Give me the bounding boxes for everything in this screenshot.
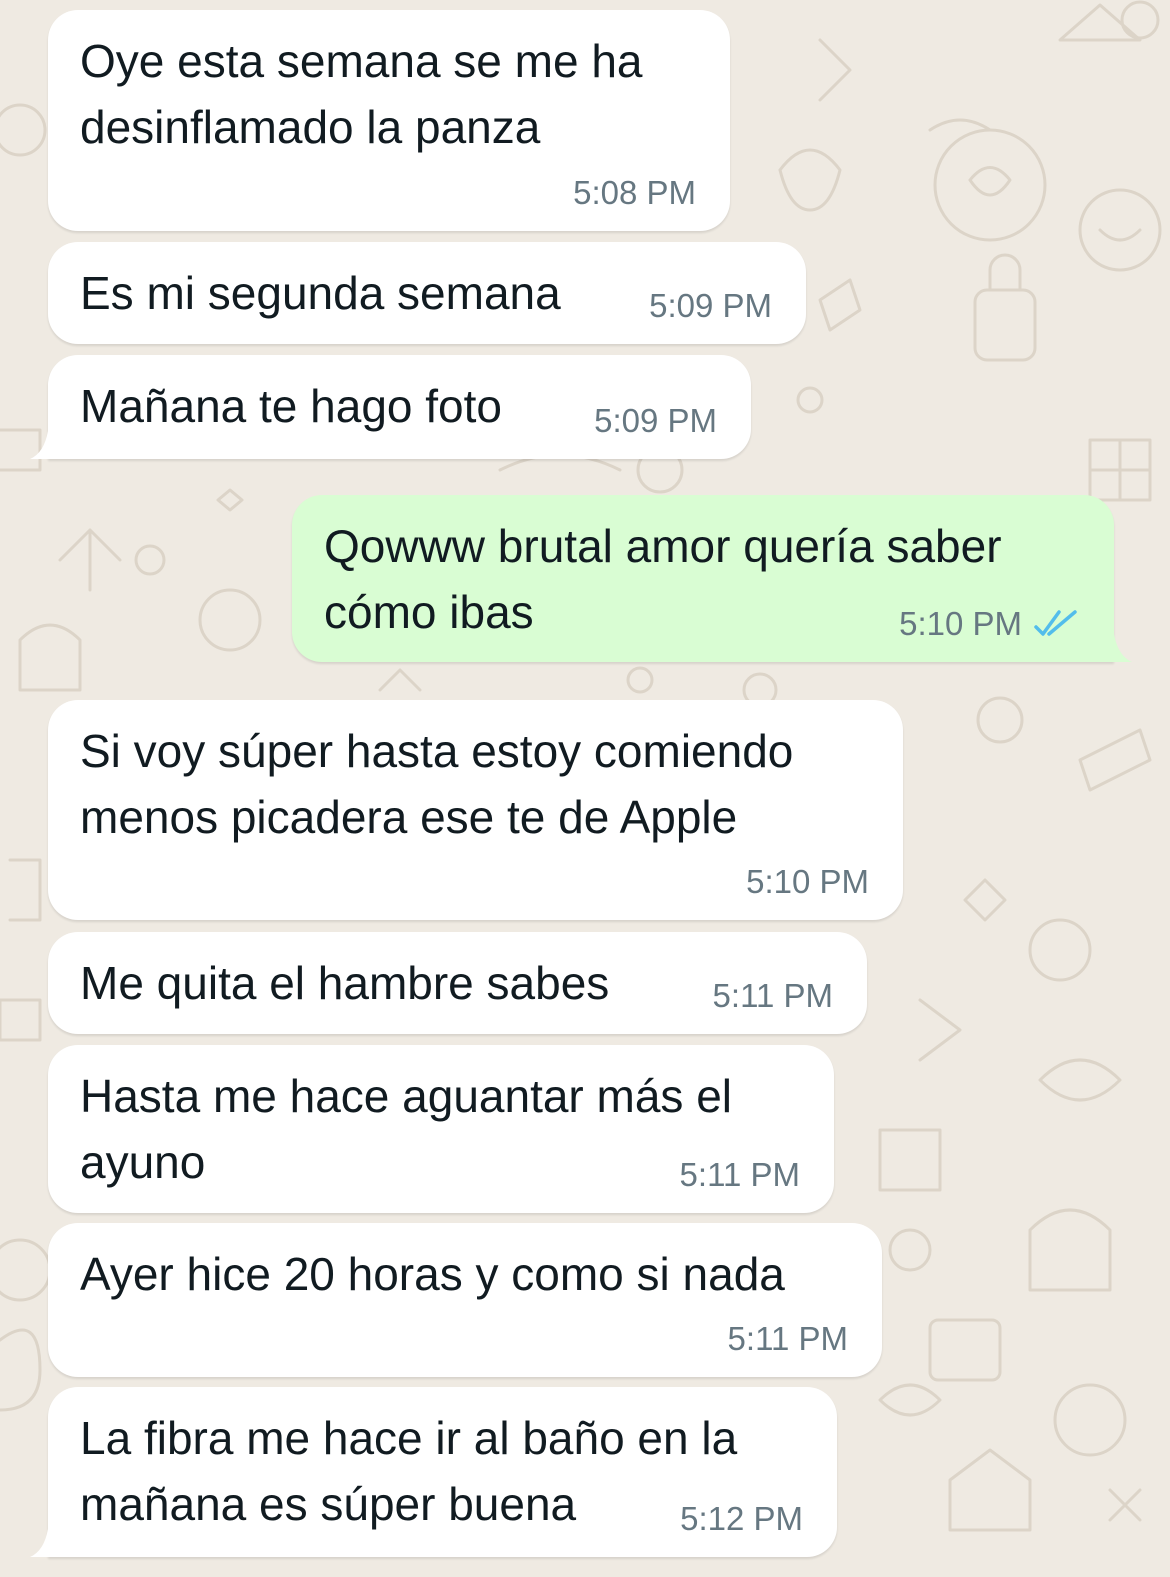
double-check-read-icon [1034,610,1077,636]
bubble-tail-icon [30,431,48,459]
message-time: 5:08 PM [573,174,696,211]
chat-messages-list[interactable]: Oye esta semana se me ha desinflamado la… [0,0,1170,1577]
incoming-message-bubble[interactable]: Mañana te hago foto 5:09 PM [30,355,751,459]
incoming-message-bubble[interactable]: Me quita el hambre sabes 5:11 PM [48,932,867,1034]
message-text: Si voy súper hasta estoy comiendo menos … [80,725,794,843]
message-text: Oye esta semana se me ha desinflamado la… [80,35,643,153]
message-time: 5:09 PM [594,402,717,439]
outgoing-message-bubble[interactable]: Qowww brutal amor quería saber cómo ibas… [292,495,1132,662]
message-time: 5:11 PM [727,1320,848,1357]
bubble-tail-icon [1114,634,1132,662]
message-timestamp: 5:11 PM [713,976,833,1016]
message-time: 5:10 PM [899,605,1022,642]
message-timestamp: 5:08 PM [573,173,696,213]
incoming-message-bubble[interactable]: Es mi segunda semana 5:09 PM [48,242,806,344]
message-time: 5:11 PM [679,1156,800,1193]
message-timestamp: 5:09 PM [649,286,772,326]
incoming-message-bubble[interactable]: Oye esta semana se me ha desinflamado la… [48,10,730,231]
message-time: 5:09 PM [649,287,772,324]
message-time: 5:11 PM [712,977,833,1014]
message-timestamp: 5:10 PM [899,604,1080,644]
incoming-message-bubble[interactable]: La fibra me hace ir al baño en la mañana… [30,1387,837,1557]
message-timestamp: 5:11 PM [680,1155,800,1195]
message-time: 5:12 PM [680,1500,803,1537]
message-timestamp: 5:12 PM [680,1499,803,1539]
message-text: Ayer hice 20 horas y como si nada [80,1248,785,1300]
message-time: 5:10 PM [746,863,869,900]
bubble-tail-icon [30,1529,48,1557]
incoming-message-bubble[interactable]: Hasta me hace aguantar más el ayuno 5:11… [48,1045,834,1213]
message-timestamp: 5:09 PM [594,401,717,441]
incoming-message-bubble[interactable]: Ayer hice 20 horas y como si nada 5:11 P… [48,1223,882,1377]
message-timestamp: 5:11 PM [728,1319,848,1359]
incoming-message-bubble[interactable]: Si voy súper hasta estoy comiendo menos … [48,700,903,920]
message-timestamp: 5:10 PM [746,862,869,902]
